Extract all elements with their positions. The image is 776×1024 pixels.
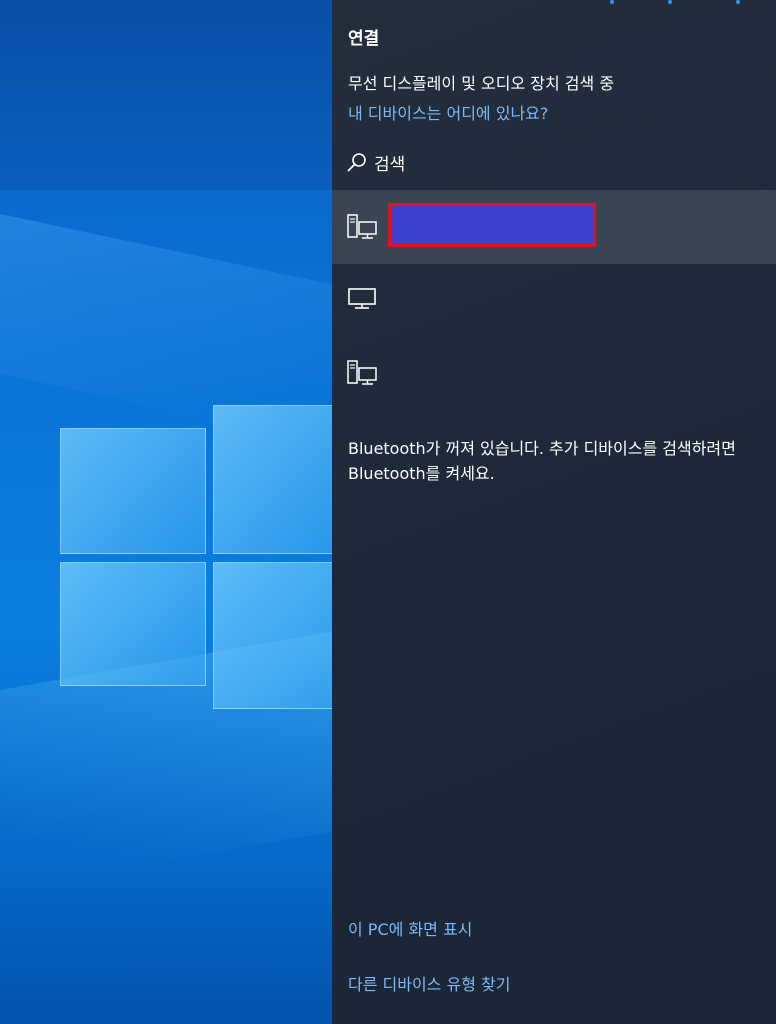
windows-logo-pane-br xyxy=(213,562,332,709)
progress-dots xyxy=(332,0,776,6)
project-to-this-pc-link[interactable]: 이 PC에 화면 표시 xyxy=(348,916,472,940)
search-icon xyxy=(346,152,368,174)
windows-logo-pane-tl xyxy=(60,428,206,554)
device-item-3[interactable] xyxy=(332,336,776,410)
windows-logo-pane-bl xyxy=(60,562,206,686)
search-button[interactable]: 검색 xyxy=(346,150,405,175)
device-item-1[interactable] xyxy=(332,190,776,264)
panel-title: 연결 xyxy=(348,29,380,49)
computer-icon xyxy=(346,213,378,241)
connect-panel: 연결 무선 디스플레이 및 오디오 장치 검색 중 내 디바이스는 어디에 있나… xyxy=(332,0,776,1024)
redacted-device-name xyxy=(388,203,596,247)
computer-icon xyxy=(346,359,378,387)
device-item-2[interactable] xyxy=(332,262,776,336)
bluetooth-off-message: Bluetooth가 꺼져 있습니다. 추가 디바이스를 검색하려면 Bluet… xyxy=(348,439,736,483)
search-status-text: 무선 디스플레이 및 오디오 장치 검색 중 xyxy=(348,74,615,93)
monitor-icon xyxy=(346,285,378,313)
screen: 연결 무선 디스플레이 및 오디오 장치 검색 중 내 디바이스는 어디에 있나… xyxy=(0,0,776,1024)
desktop-wallpaper xyxy=(0,0,332,1024)
search-label: 검색 xyxy=(374,155,406,175)
find-other-device-types-link[interactable]: 다른 디바이스 유형 찾기 xyxy=(348,971,510,995)
windows-logo-pane-tr xyxy=(213,405,332,554)
where-is-my-device-link[interactable]: 내 디바이스는 어디에 있나요? xyxy=(348,100,548,124)
